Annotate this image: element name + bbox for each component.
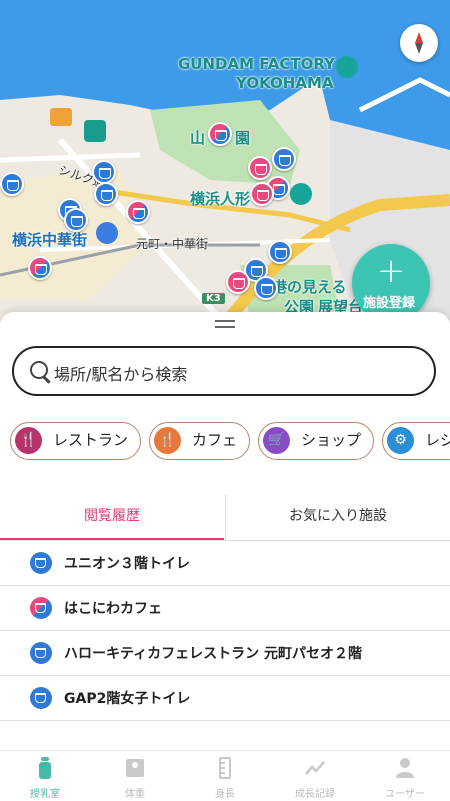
nav-label: 体重 [125, 789, 145, 800]
chip-shop[interactable]: 🛒 ショップ [258, 422, 375, 460]
facility-pin[interactable] [126, 200, 150, 224]
nav-label: 授乳室 [30, 789, 60, 800]
nav-label: 身長 [215, 789, 235, 800]
ruler-icon [219, 757, 231, 779]
bottle-icon [39, 757, 51, 779]
list-item[interactable]: はこにわカフェ [0, 586, 450, 631]
map-label-park-a: 山 [190, 129, 206, 147]
facility-pin[interactable] [94, 182, 118, 206]
list-item[interactable]: ハローキティカフェレストラン 元町パセオ２階 [0, 631, 450, 676]
bottom-sheet: 場所/駅名から検索 🍴 レストラン 🍴 カフェ 🛒 ショップ ⚙ レジ 閲覧履歴… [0, 312, 450, 750]
nav-user[interactable]: ユーザー [360, 751, 450, 801]
list-item[interactable]: GAP2階女子トイレ [0, 676, 450, 721]
nav-weight[interactable]: 体重 [90, 751, 180, 801]
map-label-gundam: GUNDAM FACTORY [178, 55, 335, 73]
search-bar[interactable]: 場所/駅名から検索 [12, 346, 436, 396]
nursing-icon [30, 597, 52, 619]
map-view[interactable]: GUNDAM FACTORY YOKOHAMA 山 園 横浜人形 横浜中華街 元… [0, 0, 450, 330]
chip-cafe[interactable]: 🍴 カフェ [149, 422, 251, 460]
facility-name: はこにわカフェ [64, 601, 162, 617]
compass-button[interactable] [400, 24, 438, 62]
nav-label: ユーザー [385, 789, 425, 800]
list-item[interactable]: ユニオン３階トイレ [0, 541, 450, 586]
chart-icon [305, 761, 325, 775]
add-facility-button[interactable]: + 施設登録 [352, 244, 430, 322]
facility-pin[interactable] [226, 270, 250, 294]
search-icon [30, 361, 48, 379]
chip-label: ショップ [301, 431, 362, 449]
museum-poi-icon[interactable] [290, 183, 312, 205]
facility-pin[interactable] [250, 182, 274, 206]
leisure-icon: ⚙ [387, 427, 415, 454]
cafe-icon: 🍴 [154, 427, 182, 454]
diaper-icon [30, 552, 52, 574]
restaurant-icon: 🍴 [15, 427, 42, 454]
history-list: ユニオン３階トイレ はこにわカフェ ハローキティカフェレストラン 元町パセオ２階… [0, 541, 450, 721]
drag-handle[interactable] [215, 320, 235, 328]
map-label-chinatown: 横浜中華街 [12, 231, 88, 249]
add-facility-label: 施設登録 [362, 296, 415, 311]
diaper-icon [30, 642, 52, 664]
map-label-doll: 横浜人形 [190, 190, 251, 208]
facility-name: ハローキティカフェレストラン 元町パセオ２階 [64, 646, 363, 662]
facility-pin[interactable] [64, 208, 88, 232]
chip-restaurant[interactable]: 🍴 レストラン [10, 422, 142, 460]
map-label-station: 元町・中華街 [136, 237, 209, 251]
facility-pin[interactable] [208, 122, 232, 146]
nav-height[interactable]: 身長 [180, 751, 270, 801]
facility-pin[interactable] [0, 172, 24, 196]
facility-pin[interactable] [268, 240, 292, 264]
store-poi-icon[interactable] [50, 108, 72, 126]
facility-pin[interactable] [92, 160, 116, 184]
facility-name: GAP2階女子トイレ [64, 691, 191, 707]
scale-icon [126, 759, 144, 777]
facility-pin[interactable] [28, 256, 52, 280]
chip-label: レストラン [53, 431, 129, 449]
diaper-icon [30, 687, 52, 709]
nav-label: 成長記録 [295, 789, 335, 800]
nav-growth[interactable]: 成長記録 [270, 751, 360, 801]
tab-history[interactable]: 閲覧履歴 [0, 495, 224, 541]
factory-poi-icon[interactable] [336, 56, 358, 78]
chip-leisure[interactable]: ⚙ レジ [382, 422, 450, 460]
plus-icon: + [376, 251, 406, 291]
map-label-view-1: 港の見える [272, 278, 347, 296]
nav-nursing-room[interactable]: 授乳室 [0, 751, 90, 801]
facility-name: ユニオン３階トイレ [64, 556, 190, 572]
tab-favorites[interactable]: お気に入り施設 [225, 495, 450, 541]
map-label-park-b: 園 [235, 129, 251, 147]
compass-icon [415, 32, 423, 54]
chip-label: レジ [425, 431, 450, 449]
facility-pin[interactable] [254, 276, 278, 300]
cafe-poi-icon[interactable] [84, 120, 106, 142]
chip-label: カフェ [192, 431, 238, 449]
search-input[interactable]: 場所/駅名から検索 [54, 361, 187, 385]
shop-poi-icon[interactable] [96, 222, 118, 244]
facility-pin[interactable] [248, 156, 272, 180]
category-chips: 🍴 レストラン 🍴 カフェ 🛒 ショップ ⚙ レジ [10, 422, 450, 460]
list-tabs: 閲覧履歴 お気に入り施設 [0, 495, 450, 541]
facility-pin[interactable] [272, 147, 296, 171]
map-label-gundam-2: YOKOHAMA [236, 74, 334, 92]
user-icon [396, 758, 414, 778]
shop-icon: 🛒 [263, 427, 291, 454]
route-marker: K3 [202, 293, 225, 304]
bottom-nav: 授乳室 体重 身長 成長記録 ユーザー [0, 750, 450, 801]
